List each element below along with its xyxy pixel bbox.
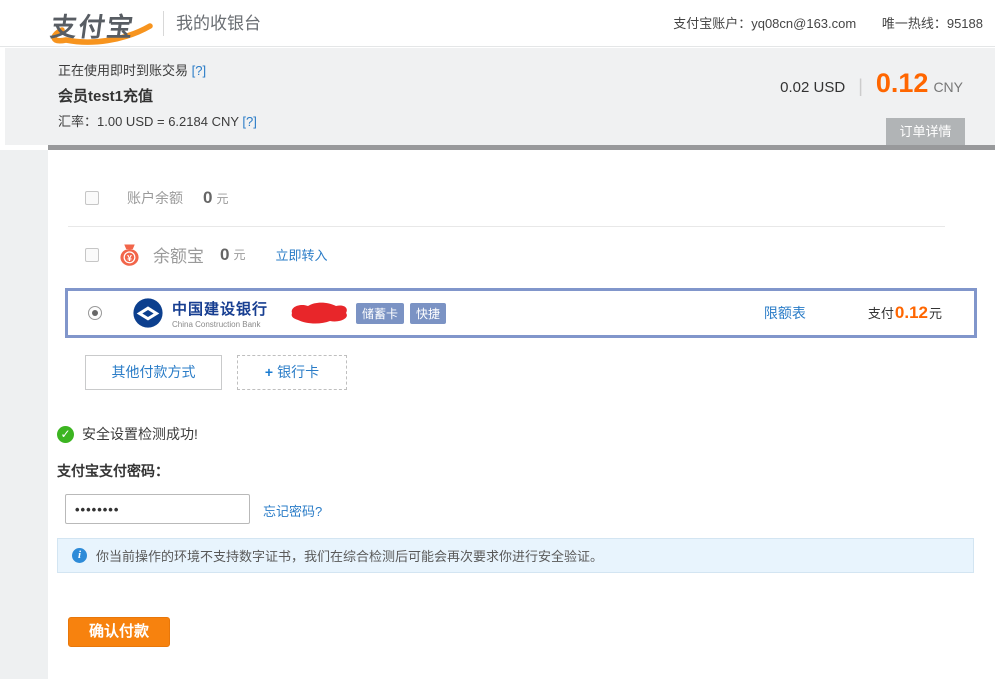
add-card-label: 银行卡 [277, 364, 319, 380]
transfer-in-link[interactable]: 立即转入 [275, 245, 327, 264]
pay-amount-group: 支付 0.12 元 [868, 303, 942, 323]
payment-password-label: 支付宝支付密码： [57, 461, 169, 481]
section-separator [48, 145, 995, 150]
debit-card-badge: 储蓄卡 [356, 303, 404, 324]
order-summary-band: 正在使用即时到账交易 [?] 会员test1充值 汇率：1.00 USD = 6… [5, 48, 995, 145]
usd-amount: 0.02 USD [780, 79, 845, 96]
exchange-rate-line: 汇率：1.00 USD = 6.2184 CNY [?] [58, 111, 257, 130]
balance-checkbox[interactable] [85, 191, 99, 205]
logo-text: 支付宝 [48, 7, 137, 44]
balance-unit: 元 [216, 190, 228, 207]
price-block: 0.02 USD | 0.12 CNY [780, 68, 963, 99]
balance-row: 账户余额 0 元 [85, 188, 228, 208]
row-divider [68, 226, 945, 227]
bank-name: 中国建设银行 [172, 298, 268, 319]
page-title: 我的收银台 [176, 0, 261, 47]
quick-pay-badge: 快捷 [410, 303, 446, 324]
security-check-line: ✓ 安全设置检测成功! [57, 424, 198, 444]
bank-card-row-selected[interactable]: 中国建设银行 China Construction Bank 储蓄卡 快捷 限额… [65, 288, 977, 338]
add-bank-card-button[interactable]: +银行卡 [237, 355, 347, 390]
security-success-message: 安全设置检测成功! [82, 424, 198, 444]
left-gutter [0, 150, 48, 679]
balance-amount: 0 [203, 188, 212, 208]
yuebao-unit: 元 [233, 246, 245, 263]
order-title: 会员test1充值 [58, 85, 153, 106]
order-details-tab[interactable]: 订单详情 [886, 118, 965, 145]
rate-help-link[interactable]: [?] [242, 114, 256, 129]
cny-unit: CNY [933, 79, 963, 95]
environment-notice-bar: i 你当前操作的环境不支持数字证书，我们在综合检测后可能会再次要求你进行安全验证… [57, 538, 974, 573]
pay-unit: 元 [929, 303, 942, 322]
confirm-payment-button[interactable]: 确认付款 [68, 617, 170, 647]
yuebao-label: 余额宝 [153, 242, 204, 267]
yuebao-row: ¥ 余额宝 0 元 立即转入 [85, 242, 328, 267]
rate-label: 汇率： [58, 114, 97, 129]
pay-amount: 0.12 [895, 303, 928, 323]
alipay-cashier-page: 支付宝 我的收银台 支付宝账户：yq08cn@163.com 唯一热线：9518… [0, 0, 995, 679]
notice-text: 你当前操作的环境不支持数字证书，我们在综合检测后可能会再次要求你进行安全验证。 [96, 546, 603, 565]
other-payment-methods-button[interactable]: 其他付款方式 [85, 355, 222, 390]
account-email: yq08cn@163.com [751, 16, 856, 31]
plus-icon: + [265, 364, 273, 380]
account-group: 支付宝账户：yq08cn@163.com [673, 16, 856, 31]
transaction-type-line: 正在使用即时到账交易 [?] [58, 60, 206, 79]
hotline-group: 唯一热线：95188 [882, 16, 983, 31]
transaction-type-text: 正在使用即时到账交易 [58, 63, 188, 78]
header-divider [163, 11, 164, 36]
limit-table-link[interactable]: 限额表 [764, 303, 806, 323]
hotline-label: 唯一热线： [882, 16, 947, 31]
bank-radio[interactable] [88, 306, 102, 320]
bank-name-en: China Construction Bank [172, 320, 268, 329]
pay-prefix: 支付 [868, 303, 894, 322]
money-bag-icon: ¥ [119, 243, 140, 266]
forgot-password-link[interactable]: 忘记密码? [263, 501, 322, 520]
bank-logo: 中国建设银行 China Construction Bank [132, 297, 268, 329]
rate-value: 1.00 USD = 6.2184 CNY [97, 114, 239, 129]
redacted-card-number-scribble [288, 300, 350, 326]
success-check-icon: ✓ [57, 426, 74, 443]
yuebao-amount: 0 [220, 245, 229, 265]
transaction-help-link[interactable]: [?] [192, 63, 206, 78]
info-icon: i [72, 548, 87, 563]
hotline-number: 95188 [947, 16, 983, 31]
yuebao-checkbox[interactable] [85, 248, 99, 262]
balance-label: 账户余额 [127, 188, 183, 208]
account-info: 支付宝账户：yq08cn@163.com 唯一热线：95188 [651, 0, 983, 47]
svg-text:¥: ¥ [127, 253, 132, 263]
ccb-logo-icon [132, 297, 164, 329]
payment-password-input[interactable] [65, 494, 250, 524]
bank-name-block: 中国建设银行 China Construction Bank [172, 298, 268, 329]
top-header: 支付宝 我的收银台 支付宝账户：yq08cn@163.com 唯一热线：9518… [0, 0, 995, 47]
cny-amount: 0.12 [876, 68, 929, 99]
account-label: 支付宝账户： [673, 16, 751, 31]
alipay-logo: 支付宝 [46, 4, 158, 44]
price-divider: | [858, 76, 863, 97]
